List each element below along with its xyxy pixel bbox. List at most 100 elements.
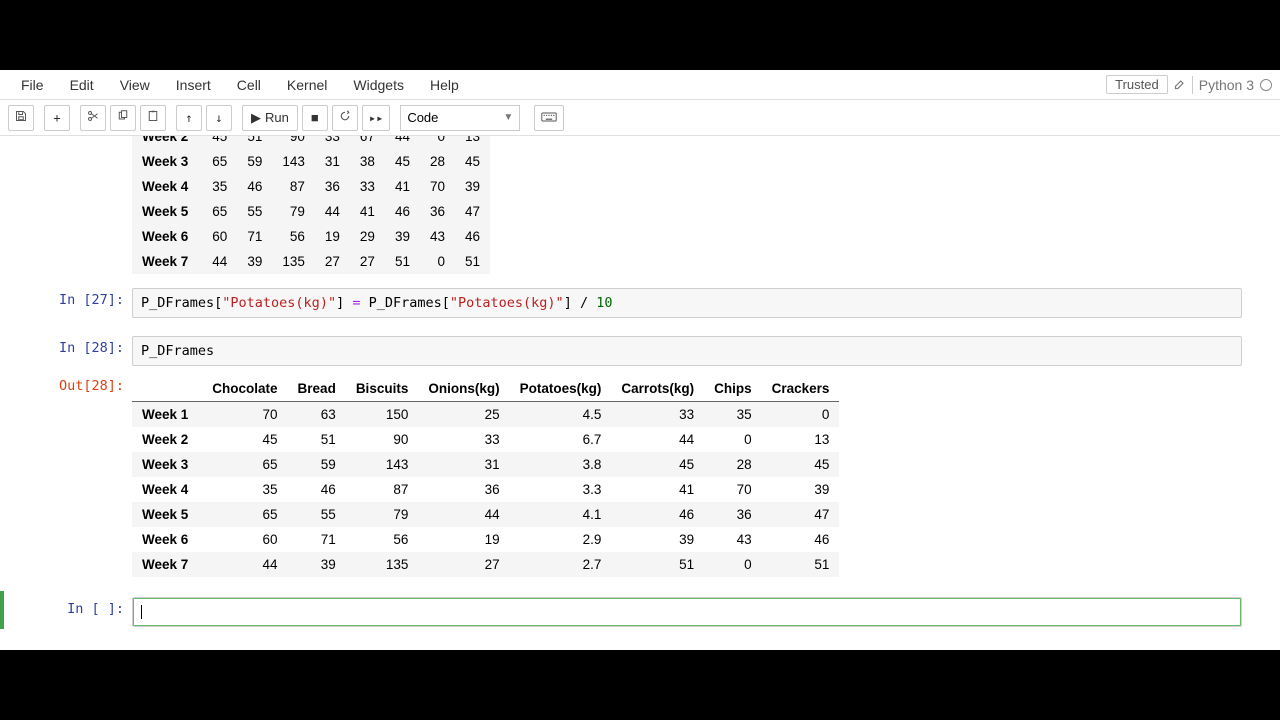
cell: 51 [611, 552, 704, 577]
kernel-name[interactable]: Python 3 [1199, 77, 1254, 93]
toolbar: + ↑ ↓ ▶ Run ■ ▸▸ [0, 100, 1280, 136]
menu-cell[interactable]: Cell [224, 72, 274, 98]
cell: 33 [315, 136, 350, 149]
insert-cell-button[interactable]: + [44, 105, 70, 131]
code-cell-empty[interactable]: In [ ]: [0, 591, 1270, 629]
cell: 51 [237, 136, 272, 149]
cell: 33 [350, 174, 385, 199]
prompt-empty [4, 136, 132, 274]
copy-icon [117, 110, 129, 125]
cell: 45 [611, 452, 704, 477]
menu-view[interactable]: View [107, 72, 163, 98]
cell: 35 [202, 477, 287, 502]
save-button[interactable] [8, 105, 34, 131]
cell: 36 [315, 174, 350, 199]
cell: 71 [237, 224, 272, 249]
cut-button[interactable] [80, 105, 106, 131]
col-header: Biscuits [346, 376, 419, 402]
copy-button[interactable] [110, 105, 136, 131]
cell: 63 [288, 402, 346, 428]
menu-widgets[interactable]: Widgets [340, 72, 417, 98]
cell: 36 [420, 199, 455, 224]
cell: 143 [346, 452, 419, 477]
paste-button[interactable] [140, 105, 166, 131]
cell: 60 [202, 224, 237, 249]
table-row: Week 66071561929394346 [132, 224, 490, 249]
menu-insert[interactable]: Insert [163, 72, 224, 98]
cell: 56 [346, 527, 419, 552]
cell: 45 [455, 149, 490, 174]
cell: 79 [272, 199, 315, 224]
cell: 60 [202, 527, 287, 552]
table-row: Week 4354687363.3417039 [132, 477, 839, 502]
cell: 59 [288, 452, 346, 477]
table-row: Week 36559143313.8452845 [132, 452, 839, 477]
cell: 2.9 [510, 527, 612, 552]
notebook-content[interactable]: Week 2455190336744013Week 36559143313845… [0, 136, 1280, 650]
row-index: Week 2 [132, 136, 202, 149]
cell: 46 [455, 224, 490, 249]
cell: 38 [350, 149, 385, 174]
cell: 43 [704, 527, 762, 552]
col-header-blank [132, 376, 202, 402]
cell: 19 [418, 527, 509, 552]
cell: 44 [418, 502, 509, 527]
move-up-button[interactable]: ↑ [176, 105, 202, 131]
col-header: Chocolate [202, 376, 287, 402]
table-row: Week 2455190336744013 [132, 136, 490, 149]
cell: 2.7 [510, 552, 612, 577]
command-palette-button[interactable] [534, 105, 564, 131]
restart-button[interactable] [332, 105, 358, 131]
scissors-icon [87, 110, 99, 125]
code-input-empty[interactable] [132, 597, 1242, 627]
cell: 44 [202, 249, 237, 274]
cell: 56 [272, 224, 315, 249]
col-header: Carrots(kg) [611, 376, 704, 402]
cell: 46 [611, 502, 704, 527]
table-row: Week 43546873633417039 [132, 174, 490, 199]
cell: 59 [237, 149, 272, 174]
cell: 70 [202, 402, 287, 428]
menubar: FileEditViewInsertCellKernelWidgetsHelp … [0, 70, 1280, 100]
prompt-in-28: In [28]: [4, 336, 132, 366]
edit-icon[interactable] [1174, 77, 1186, 93]
cell: 65 [202, 502, 287, 527]
interrupt-button[interactable]: ■ [302, 105, 328, 131]
row-index: Week 6 [132, 527, 202, 552]
code-cell-27[interactable]: In [27]: P_DFrames["Potatoes(kg)"] = P_D… [4, 286, 1270, 320]
row-index: Week 3 [132, 149, 202, 174]
cell: 150 [346, 402, 419, 428]
code-input-28[interactable]: P_DFrames [132, 336, 1242, 366]
fast-forward-icon: ▸▸ [369, 111, 383, 125]
cell: 28 [704, 452, 762, 477]
code-cell-28[interactable]: In [28]: P_DFrames [4, 334, 1270, 368]
cell: 36 [418, 477, 509, 502]
prompt-in-empty: In [ ]: [4, 597, 132, 627]
cell: 6.7 [510, 427, 612, 452]
kernel-status-icon [1260, 79, 1272, 91]
output-cell-28: Out[28]: ChocolateBreadBiscuitsOnions(kg… [4, 372, 1270, 579]
table-row: Week 74439135272.751051 [132, 552, 839, 577]
trusted-badge[interactable]: Trusted [1106, 75, 1168, 94]
menu-edit[interactable]: Edit [57, 72, 107, 98]
cell: 33 [418, 427, 509, 452]
table-row: Week 74439135272751051 [132, 249, 490, 274]
menu-help[interactable]: Help [417, 72, 472, 98]
cell: 27 [350, 249, 385, 274]
prompt-out-28: Out[28]: [4, 374, 132, 577]
row-index: Week 2 [132, 427, 202, 452]
restart-run-all-button[interactable]: ▸▸ [362, 105, 390, 131]
move-down-button[interactable]: ↓ [206, 105, 232, 131]
col-header: Crackers [762, 376, 840, 402]
text-cursor [141, 605, 142, 619]
code-input-27[interactable]: P_DFrames["Potatoes(kg)"] = P_DFrames["P… [132, 288, 1242, 318]
cell: 39 [762, 477, 840, 502]
menu-kernel[interactable]: Kernel [274, 72, 340, 98]
cell: 51 [288, 427, 346, 452]
cell: 3.3 [510, 477, 612, 502]
celltype-select[interactable]: Code ▼ [400, 105, 520, 131]
run-button[interactable]: ▶ Run [242, 105, 298, 131]
cell: 135 [272, 249, 315, 274]
cell: 39 [288, 552, 346, 577]
menu-file[interactable]: File [8, 72, 57, 98]
